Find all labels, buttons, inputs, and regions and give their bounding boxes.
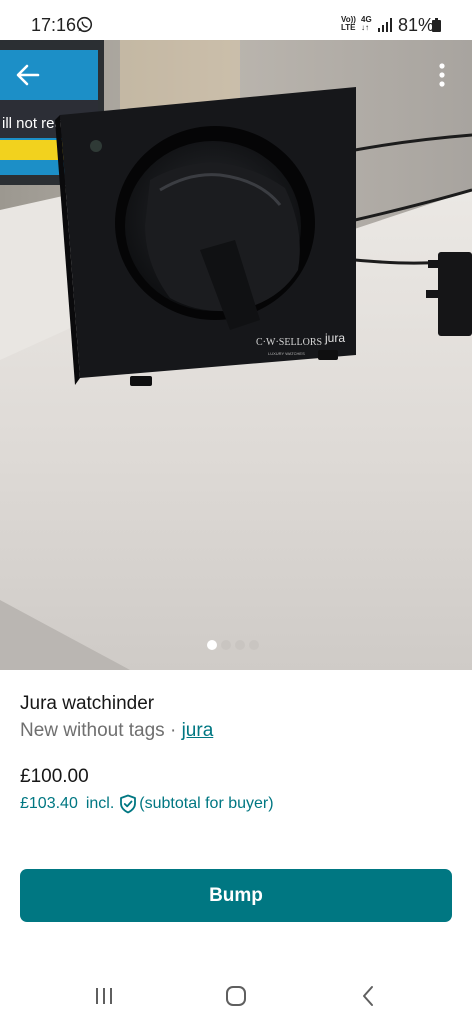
battery-icon: [432, 18, 441, 32]
details-separator: ·: [164, 720, 182, 741]
back-arrow-icon[interactable]: [14, 61, 42, 89]
more-vertical-icon[interactable]: [430, 60, 454, 90]
signal-icon: [378, 18, 392, 32]
brand-link[interactable]: jura: [182, 720, 214, 741]
nav-home-icon[interactable]: [224, 984, 248, 1008]
network-type-indicator: 4G ↓↑: [361, 15, 372, 32]
shield-check-icon[interactable]: [119, 794, 137, 814]
item-price: £100.00: [20, 766, 89, 787]
buyer-price-incl: incl.: [85, 795, 115, 812]
status-time: 17:16: [31, 15, 77, 35]
battery-level: 81%: [398, 15, 435, 35]
screen-text: ill not rea: [2, 115, 64, 132]
nav-back-icon[interactable]: [358, 984, 378, 1008]
system-nav-bar: [0, 970, 472, 1024]
pagination-dot[interactable]: [221, 640, 231, 650]
nav-recent-icon[interactable]: [93, 986, 115, 1006]
photo-pagination[interactable]: [207, 640, 259, 652]
brand-print: C·W·SELLORS: [256, 337, 322, 348]
item-details: New without tags · jura: [20, 720, 213, 742]
brand-print-2: jura: [324, 331, 345, 345]
pagination-dot[interactable]: [249, 640, 259, 650]
pagination-dot-active[interactable]: [207, 640, 217, 650]
item-condition: New without tags: [20, 720, 165, 741]
status-bar: 17:16 Vo)) LTE 4G ↓↑ 81%: [0, 0, 472, 40]
whatsapp-icon: [76, 16, 93, 33]
item-title: Jura watchinder: [20, 693, 155, 714]
pagination-dot[interactable]: [235, 640, 245, 650]
listing-photo[interactable]: ill not rea C·W·SELLORS LUXURY WATCHES j…: [0, 40, 472, 670]
buyer-price-note: (subtotal for buyer): [139, 795, 274, 812]
brand-print-sub: LUXURY WATCHES: [268, 351, 305, 356]
volte-indicator: Vo)) LTE: [341, 15, 356, 32]
buyer-price-value: £103.40: [20, 795, 78, 812]
photo-scene: ill not rea C·W·SELLORS LUXURY WATCHES j…: [0, 40, 472, 670]
buyer-price[interactable]: £103.40 incl. (subtotal for buyer): [20, 794, 274, 814]
bump-button[interactable]: Bump: [20, 869, 452, 922]
